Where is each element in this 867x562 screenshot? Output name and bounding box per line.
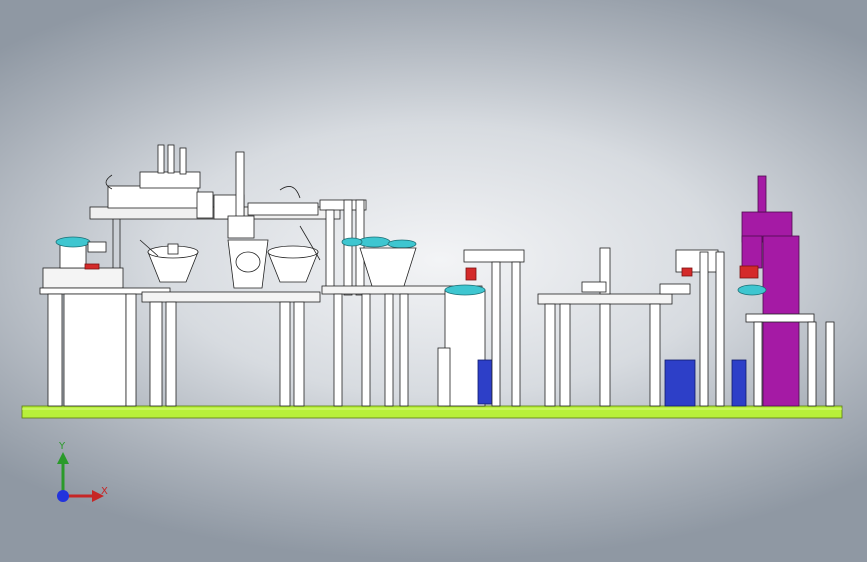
y-arrowhead-icon (57, 452, 69, 464)
z-axis-dot-icon (57, 490, 69, 502)
coordinate-triad (57, 452, 104, 502)
machine-drawing (21, 144, 843, 502)
lift-module-right (659, 249, 747, 407)
triad-y-label: Y (59, 441, 66, 452)
lift-module-middle (437, 249, 525, 407)
vibratory-bowl-feeder-left (55, 218, 121, 270)
triad-x-label: X (101, 486, 108, 497)
base-plate (21, 405, 843, 419)
cad-viewport[interactable]: Y X (0, 0, 867, 562)
assembly-table-left (141, 291, 321, 407)
assembly-table-right (537, 247, 673, 407)
press-station (737, 175, 835, 407)
gantry-robot (89, 144, 367, 296)
